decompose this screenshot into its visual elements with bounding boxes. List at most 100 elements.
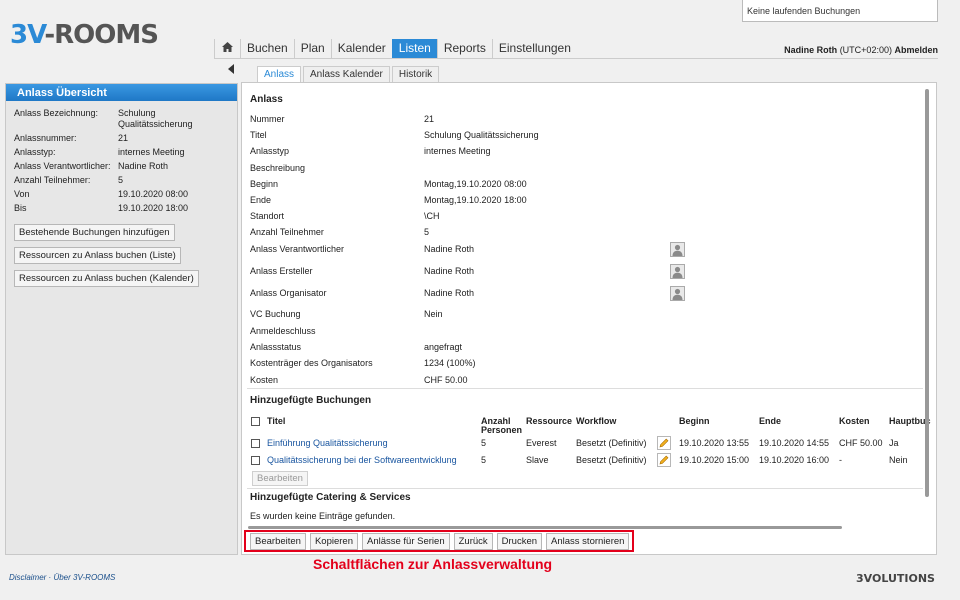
booking-resource: Slave <box>526 455 549 465</box>
detail-value: CHF 50.00 <box>424 375 468 385</box>
select-all-checkbox[interactable] <box>251 417 260 426</box>
section-divider <box>247 388 923 389</box>
detail-value: Schulung Qualitätssicherung <box>424 130 539 140</box>
overview-row: Anlass Verantwortlicher: Nadine Roth <box>14 161 229 172</box>
detail-value: 5 <box>424 227 430 237</box>
book-resources-calendar-button[interactable]: Ressourcen zu Anlass buchen (Kalender) <box>14 270 199 287</box>
section-title-bookings: Hinzugefügte Buchungen <box>250 395 372 406</box>
event-overview-title: Anlass Übersicht <box>6 84 237 101</box>
brand-logo: 3VOLUTIONS <box>856 572 935 585</box>
add-existing-bookings-button[interactable]: Bestehende Buchungen hinzufügen <box>14 224 175 241</box>
overview-value: 19.10.2020 08:00 <box>118 189 189 199</box>
event-detail-panel: Anlass Nummer 21 Titel Schulung Qualitätss… <box>241 82 937 555</box>
nav-kalender[interactable]: Kalender <box>330 39 392 58</box>
creator-person-icon[interactable] <box>670 264 685 279</box>
horizontal-scrollbar[interactable] <box>248 526 842 529</box>
section-title-anlass: Anlass <box>250 94 283 105</box>
booking-end: 19.10.2020 14:55 <box>759 438 830 448</box>
section-divider <box>247 488 923 489</box>
edit-bookings-button[interactable]: Bearbeiten <box>252 471 308 486</box>
main-nav: Buchen Plan Kalender Listen Reports Eins… <box>214 39 577 58</box>
section-title-catering: Hinzugefügte Catering & Services <box>250 492 411 503</box>
row-checkbox[interactable] <box>251 439 260 448</box>
booking-status-box: Keine laufenden Buchungen <box>742 0 938 22</box>
booking-title-link[interactable]: Einführung Qualitätssicherung <box>267 437 388 449</box>
overview-label: Anlass Bezeichnung: <box>14 108 99 118</box>
book-resources-list-button[interactable]: Ressourcen zu Anlass buchen (Liste) <box>14 247 181 264</box>
overview-row: Anzahl Teilnehmer: 5 <box>14 175 229 186</box>
user-info: Nadine Roth (UTC+02:00) Abmelden <box>784 45 938 55</box>
nav-reports[interactable]: Reports <box>436 39 492 58</box>
copy-button[interactable]: Kopieren <box>309 533 358 550</box>
detail-value: Nadine Roth <box>424 244 475 254</box>
nav-buchen[interactable]: Buchen <box>240 39 294 58</box>
detail-value: \CH <box>424 211 440 221</box>
detail-label: Beginn <box>250 179 279 189</box>
col-header-beginn[interactable]: Beginn <box>679 417 710 426</box>
col-header-workflow[interactable]: Workflow <box>576 417 616 426</box>
detail-label: Ende <box>250 195 272 205</box>
detail-label: Kosten <box>250 375 279 385</box>
responsible-person-icon[interactable] <box>670 242 685 257</box>
event-detail-content: Anlass Nummer 21 Titel Schulung Qualitätss… <box>242 83 932 523</box>
detail-value: internes Meeting <box>424 146 491 156</box>
detail-label: Anlass Ersteller <box>250 266 313 276</box>
home-button[interactable] <box>214 39 240 58</box>
row-checkbox[interactable] <box>251 456 260 465</box>
overview-value: 5 <box>118 175 124 185</box>
nav-einstellungen[interactable]: Einstellungen <box>491 39 577 58</box>
vertical-scrollbar[interactable] <box>925 89 929 497</box>
overview-row: Anlass Bezeichnung: Schulung Qualitätssic… <box>14 108 229 130</box>
footer-links[interactable]: Disclaimer · Über 3V-ROOMS <box>9 573 115 582</box>
detail-label: Beschreibung <box>250 163 306 173</box>
detail-value: Montag,19.10.2020 08:00 <box>424 179 527 189</box>
annotation-callout: Schaltflächen zur Anlassverwaltung <box>313 556 553 572</box>
detail-value: Nadine Roth <box>424 266 475 276</box>
edit-workflow-pencil-icon[interactable] <box>657 453 671 467</box>
user-name: Nadine Roth <box>784 45 838 55</box>
edit-workflow-pencil-icon[interactable] <box>657 436 671 450</box>
overview-label: Anlassnummer: <box>14 133 77 143</box>
edit-button[interactable]: Bearbeiten <box>250 533 306 550</box>
booking-workflow: Besetzt (Definitiv) <box>576 455 647 465</box>
action-bar: Bearbeiten Kopieren Anlässe für Serien Z… <box>250 533 633 550</box>
col-header-ende[interactable]: Ende <box>759 417 781 426</box>
booking-status-text: Keine laufenden Buchungen <box>747 6 861 16</box>
detail-value: 1234 (100%) <box>424 358 476 368</box>
booking-start: 19.10.2020 15:00 <box>679 455 750 465</box>
back-button[interactable]: Zurück <box>453 533 493 550</box>
nav-plan[interactable]: Plan <box>293 39 331 58</box>
booking-count: 5 <box>481 455 487 465</box>
detail-value: 21 <box>424 114 435 124</box>
overview-value: 21 <box>118 133 129 143</box>
booking-title-link[interactable]: Qualitätssicherung bei der Softwareentwi… <box>267 454 457 466</box>
event-overview-panel: Anlass Übersicht Anlass Bezeichnung: Schu… <box>5 83 238 555</box>
organizer-person-icon[interactable] <box>670 286 685 301</box>
overview-value: 19.10.2020 18:00 <box>118 203 189 213</box>
overview-label: Von <box>14 189 30 199</box>
overview-label: Anlass Verantwortlicher: <box>14 161 111 171</box>
cancel-event-button[interactable]: Anlass stornieren <box>546 533 630 550</box>
series-events-button[interactable]: Anlässe für Serien <box>361 533 450 550</box>
overview-value: Nadine Roth <box>118 161 169 171</box>
user-timezone: (UTC+02:00) <box>839 45 892 55</box>
tab-historik[interactable]: Historik <box>391 66 440 82</box>
col-header-kosten[interactable]: Kosten <box>839 417 870 426</box>
booking-start: 19.10.2020 13:55 <box>679 438 750 448</box>
tab-bar: Anlass Anlass Kalender Historik <box>257 66 441 82</box>
col-header-anzahl[interactable]: Anzahl Personen <box>481 417 522 435</box>
detail-label: Anlass Verantwortlicher <box>250 244 345 254</box>
nav-listen[interactable]: Listen <box>391 39 437 58</box>
tab-anlass[interactable]: Anlass <box>257 66 302 82</box>
overview-label: Anzahl Teilnehmer: <box>14 175 91 185</box>
tab-anlass-kalender[interactable]: Anlass Kalender <box>303 66 390 82</box>
detail-label: Kostenträger des Organisators <box>250 358 373 368</box>
detail-label: Anlasstyp <box>250 146 290 156</box>
overview-label: Bis <box>14 203 27 213</box>
print-button[interactable]: Drucken <box>496 533 543 550</box>
collapse-panel-arrow-icon[interactable] <box>228 64 234 74</box>
col-header-ressource[interactable]: Ressource <box>526 417 572 426</box>
catering-empty-message: Es wurden keine Einträge gefunden. <box>250 511 396 521</box>
col-header-titel[interactable]: Titel <box>267 417 285 426</box>
logout-link[interactable]: Abmelden <box>894 45 938 55</box>
